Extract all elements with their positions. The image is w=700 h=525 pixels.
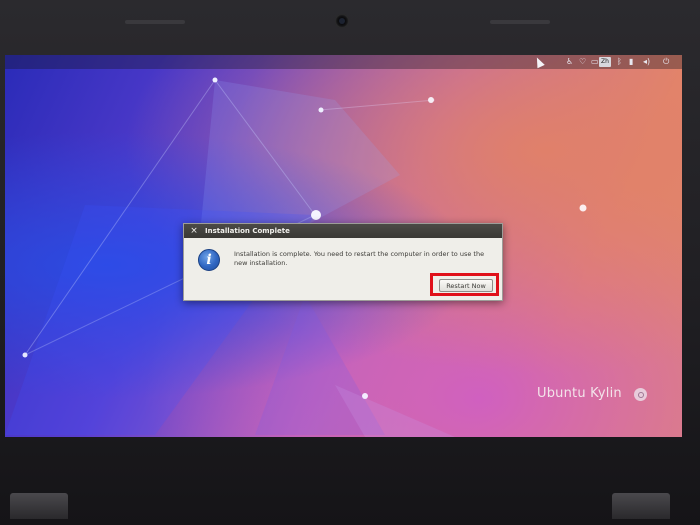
ubuntu-logo-icon [634,388,647,401]
wallpaper-node [212,77,218,83]
keyboard-layout-indicator[interactable]: ▭ [591,57,599,67]
dialog-message: Installation is complete. You need to re… [234,250,485,267]
volume-icon[interactable]: ◂) [643,57,650,67]
wallpaper-node [22,352,28,358]
wallpaper-node [428,97,434,103]
battery-icon[interactable]: ▮ [629,57,633,67]
bezel-mark-left [125,20,185,24]
accessibility-icon[interactable]: ♿ [566,57,573,67]
restart-now-button[interactable]: Restart Now [439,279,493,292]
top-panel: ♿ ♡ ▭ Zh ᛒ ▮ ◂) ⏻ [5,55,682,69]
dialog-title: Installation Complete [205,227,290,235]
dialog-titlebar: × Installation Complete [184,224,502,238]
wallpaper-node [579,204,587,212]
network-icon[interactable]: ♡ [579,57,586,67]
distro-branding: Ubuntu Kylin [537,386,622,401]
wallpaper-node [362,393,368,399]
hinge-right [612,493,670,519]
wallpaper-node [311,210,321,220]
power-icon[interactable]: ⏻ [663,57,669,67]
hinge-left [10,493,68,519]
webcam [335,14,349,28]
keyboard-layout-label[interactable]: Zh [599,57,611,67]
bluetooth-icon[interactable]: ᛒ [617,57,622,67]
installation-complete-dialog: × Installation Complete i Installation i… [183,223,503,301]
close-icon[interactable]: × [189,225,199,237]
wallpaper-node [318,107,324,113]
bezel-mark-right [490,20,550,24]
info-icon: i [198,249,220,271]
